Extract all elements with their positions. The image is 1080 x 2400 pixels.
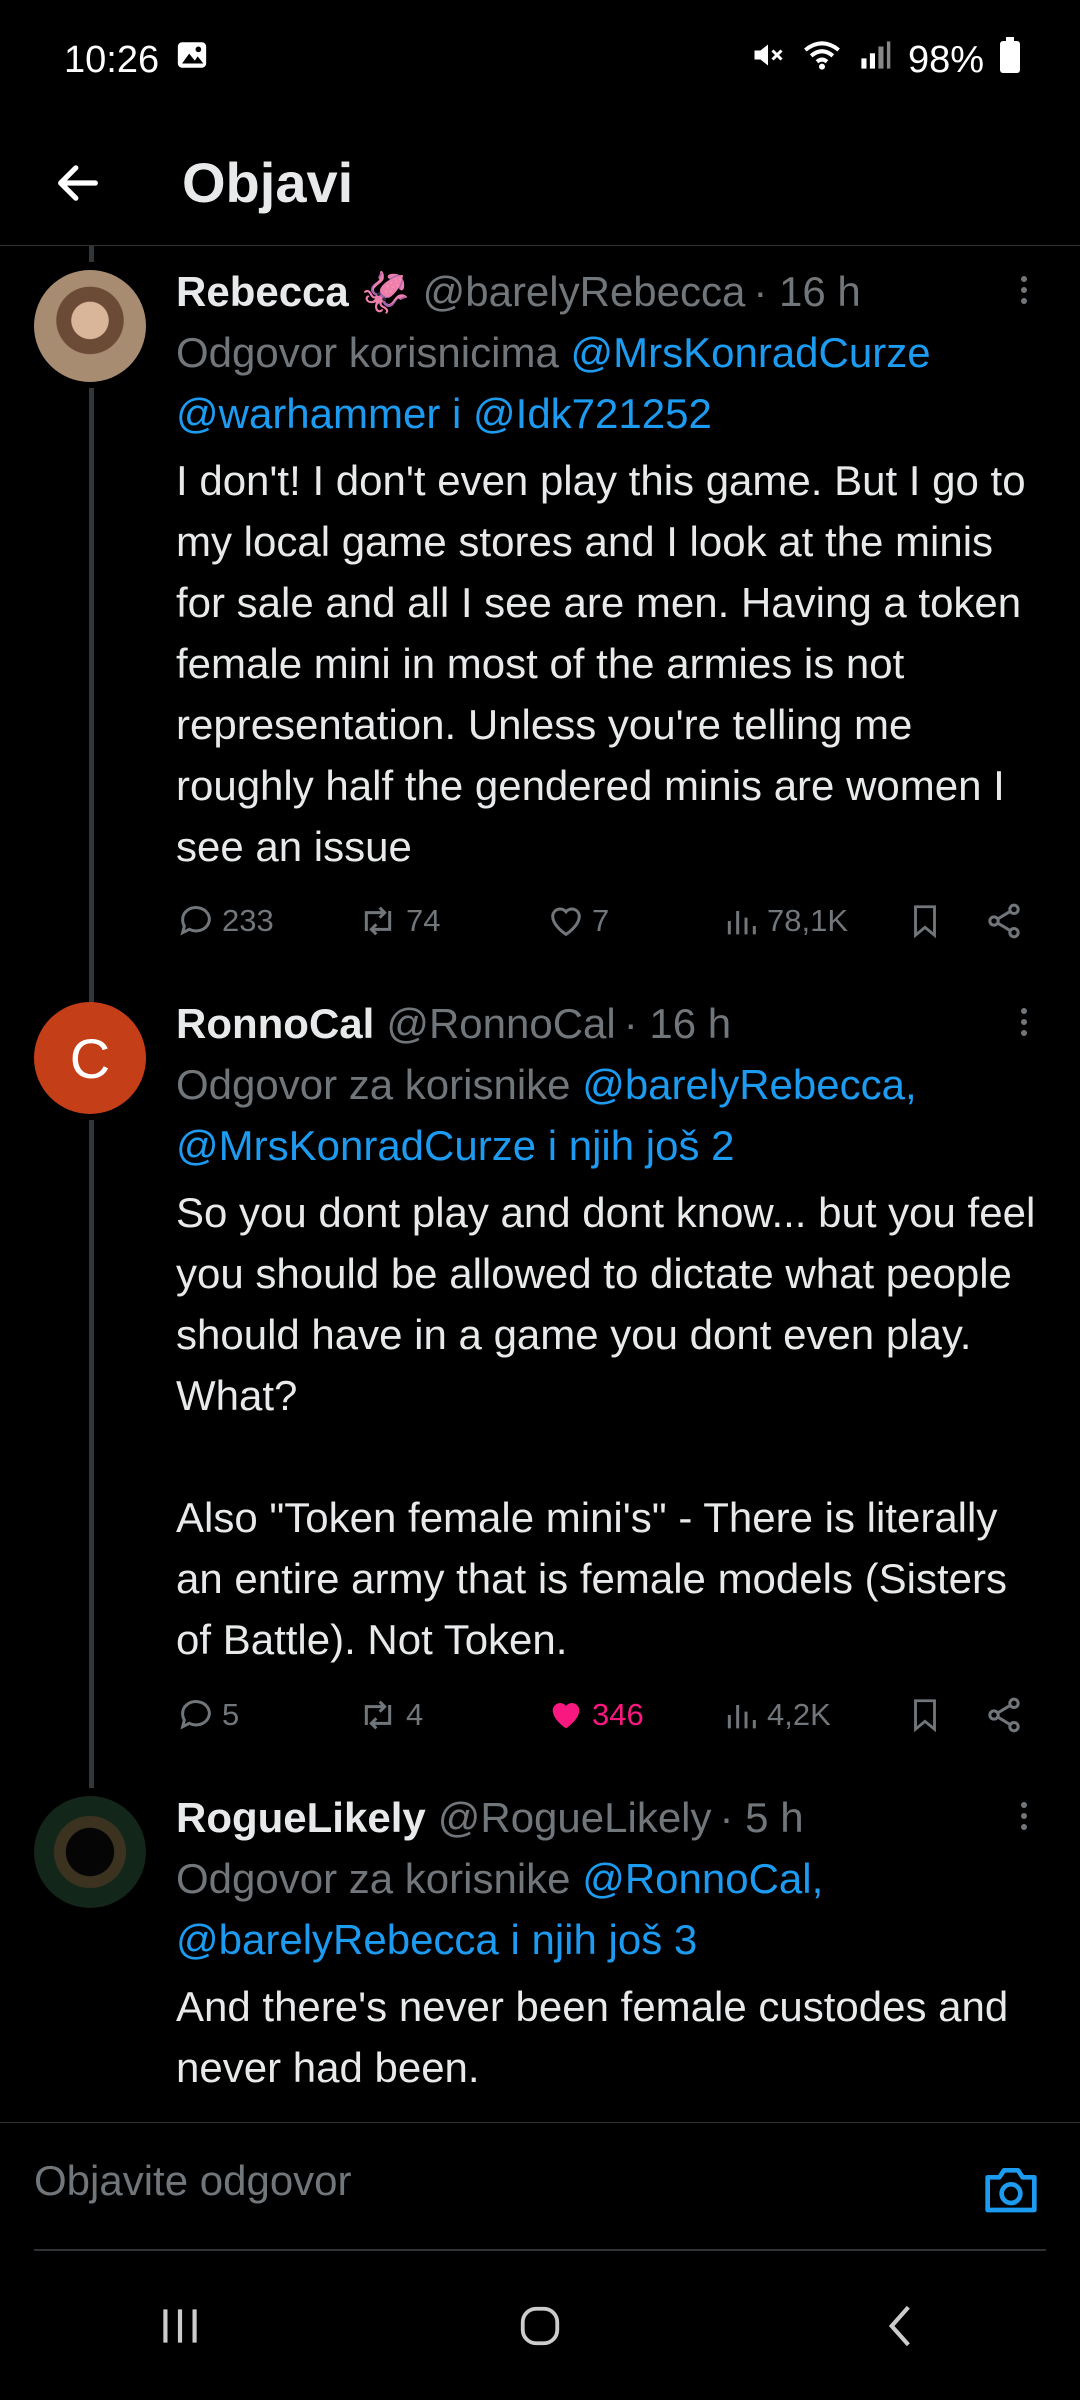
views-button[interactable]: 78,1K xyxy=(721,901,848,941)
like-count: 7 xyxy=(592,903,610,938)
author-name[interactable]: RonnoCal xyxy=(176,1000,374,1048)
repost-icon xyxy=(364,906,392,936)
camera-icon[interactable] xyxy=(980,2161,1042,2217)
reply-input[interactable]: Objavite odgovor xyxy=(34,2157,352,2205)
share-icon[interactable] xyxy=(984,901,1024,941)
repost-count: 74 xyxy=(406,903,441,938)
repost-button[interactable]: 4 xyxy=(356,1695,423,1735)
repost-button[interactable]: 74 xyxy=(356,901,440,941)
top-app-bar: Objavi xyxy=(0,120,1080,246)
reply-button[interactable]: 5 xyxy=(176,1695,239,1735)
avatar[interactable] xyxy=(34,1796,146,1908)
reply-prefix: Odgovor za korisnike xyxy=(176,1855,571,1902)
avatar[interactable] xyxy=(34,270,146,382)
views-icon xyxy=(727,911,756,935)
tweet-time: · 16 h xyxy=(623,1000,732,1047)
thread-connector xyxy=(89,1120,94,1788)
system-nav-bar xyxy=(0,2252,1080,2400)
views-button[interactable]: 4,2K xyxy=(721,1695,831,1735)
reply-icon xyxy=(180,906,211,936)
repost-icon xyxy=(364,1700,392,1730)
more-icon[interactable] xyxy=(1002,1000,1046,1044)
tweet-text: I don't! I don't even play this game. Bu… xyxy=(176,457,1038,870)
status-time: 10:26 xyxy=(64,38,160,81)
reply-count: 233 xyxy=(222,903,274,938)
author-handle[interactable]: @barelyRebecca xyxy=(423,268,746,316)
mute-icon xyxy=(750,37,786,83)
avatar-letter: C xyxy=(69,1026,111,1090)
squid-emoji: 🦑 xyxy=(360,270,411,315)
more-icon[interactable] xyxy=(1002,1794,1046,1838)
battery-icon xyxy=(1000,37,1020,83)
reply-context: Odgovor za korisnike @RonnoCal, @barelyR… xyxy=(176,1848,1046,1970)
tweet-time: · 16 h xyxy=(753,268,861,315)
author-handle[interactable]: @RonnoCal xyxy=(386,1000,615,1048)
heart-icon xyxy=(552,1703,580,1729)
like-button[interactable]: 7 xyxy=(546,901,609,941)
author-name[interactable]: Rebecca xyxy=(176,268,349,316)
page-title: Objavi xyxy=(182,151,354,214)
tweet-actions: 233 74 7 78,1K xyxy=(176,891,1036,951)
bookmark-icon[interactable] xyxy=(906,1695,944,1735)
status-bar: 10:26 98% xyxy=(0,0,1080,120)
views-count: 4,2K xyxy=(767,1697,831,1732)
more-icon[interactable] xyxy=(1002,268,1046,312)
gallery-notification-icon xyxy=(175,38,209,82)
like-button[interactable]: 346 xyxy=(546,1695,644,1735)
tweet-text: And there's never been female custodes a… xyxy=(176,1983,1020,2091)
tweet-text: So you dont play and dont know... but yo… xyxy=(176,1189,1036,1663)
reply-context: Odgovor za korisnike @barelyRebecca, @Mr… xyxy=(176,1054,1046,1176)
repost-count: 4 xyxy=(406,1697,424,1732)
share-icon[interactable] xyxy=(984,1695,1024,1735)
input-underline xyxy=(34,2249,1046,2251)
home-icon[interactable] xyxy=(480,2276,600,2376)
battery-percent: 98% xyxy=(907,38,984,81)
reply-button[interactable]: 233 xyxy=(176,901,274,941)
author-handle[interactable]: @RogueLikely xyxy=(438,1794,712,1842)
reply-count: 5 xyxy=(222,1697,240,1732)
views-count: 78,1K xyxy=(767,903,849,938)
reply-context: Odgovor korisnicima @MrsKonradCurze @war… xyxy=(176,322,1046,444)
reply-prefix: Odgovor za korisnike xyxy=(176,1061,571,1108)
author-name[interactable]: RogueLikely xyxy=(176,1794,426,1842)
like-count: 346 xyxy=(592,1697,644,1732)
back-nav-icon[interactable] xyxy=(840,2276,960,2376)
views-icon xyxy=(727,1705,756,1729)
wifi-icon xyxy=(802,37,842,83)
signal-icon xyxy=(858,37,892,83)
tweet-actions: 5 4 346 4,2K xyxy=(176,1685,1036,1745)
tweet-time: · 5 h xyxy=(719,1794,804,1841)
thread-feed[interactable]: Rebecca 🦑 @barelyRebecca · 16 h Odgovor … xyxy=(0,246,1080,2122)
thread-connector xyxy=(89,388,94,1020)
back-arrow-icon[interactable] xyxy=(38,143,118,223)
thread-connector xyxy=(89,246,94,262)
reply-prefix: Odgovor korisnicima xyxy=(176,329,559,376)
reply-composer: Objavite odgovor xyxy=(0,2122,1080,2252)
recent-apps-icon[interactable] xyxy=(120,2276,240,2376)
reply-icon xyxy=(180,1700,211,1730)
heart-icon xyxy=(551,907,581,937)
bookmark-icon[interactable] xyxy=(906,901,944,941)
avatar[interactable]: C xyxy=(34,1002,146,1114)
